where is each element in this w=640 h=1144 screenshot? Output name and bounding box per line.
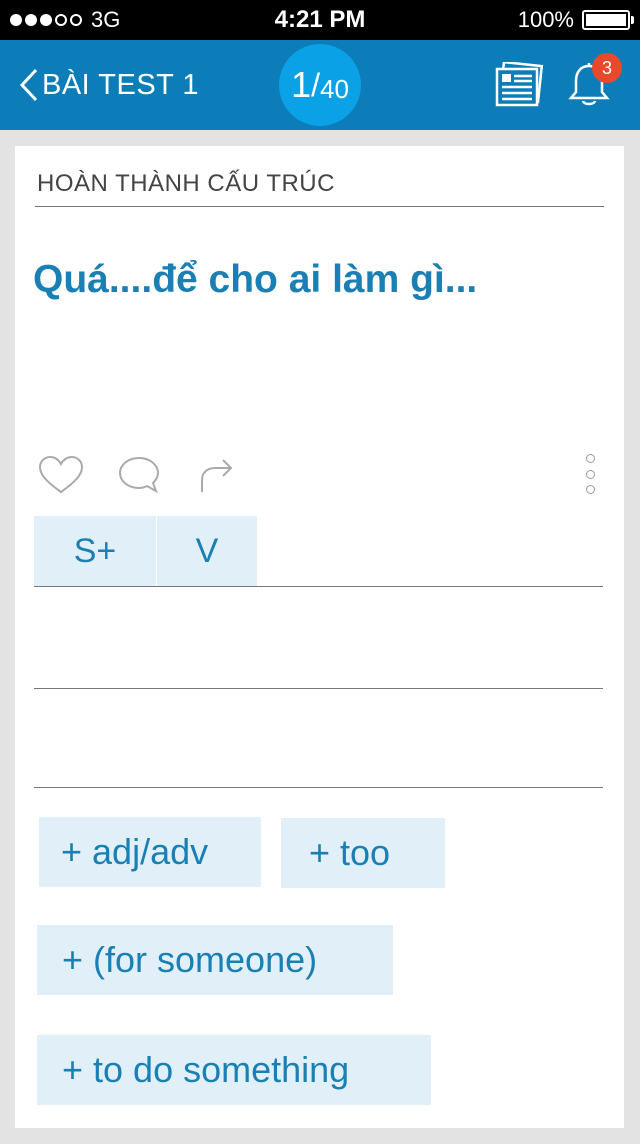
battery-percent: 100% bbox=[517, 7, 574, 32]
share-button[interactable] bbox=[197, 454, 237, 501]
comment-button[interactable] bbox=[116, 454, 162, 501]
notification-badge: 3 bbox=[592, 53, 622, 83]
option-chip[interactable]: + (for someone) bbox=[37, 925, 393, 995]
back-button[interactable]: BÀI TEST 1 bbox=[18, 40, 199, 130]
nav-bar: BÀI TEST 1 1 / 40 bbox=[0, 40, 640, 130]
chevron-left-icon bbox=[19, 68, 38, 102]
option-chip[interactable]: + adj/adv bbox=[39, 817, 261, 887]
page-title: BÀI TEST 1 bbox=[42, 68, 200, 101]
section-title: HOÀN THÀNH CẤU TRÚC bbox=[37, 170, 335, 197]
question-card: HOÀN THÀNH CẤU TRÚC Quá....để cho ai làm… bbox=[15, 146, 624, 1128]
comment-icon bbox=[118, 456, 160, 494]
question-text: Quá....để cho ai làm gì... bbox=[33, 258, 478, 301]
answer-slot-1[interactable]: S+ bbox=[34, 516, 156, 586]
current-question-number: 1 bbox=[291, 64, 312, 105]
heart-icon bbox=[38, 455, 84, 494]
answer-line bbox=[34, 586, 603, 587]
battery-icon bbox=[582, 10, 634, 30]
like-button[interactable] bbox=[37, 454, 85, 501]
question-counter: 1 / 40 bbox=[279, 44, 361, 126]
more-vertical-icon[interactable] bbox=[582, 454, 598, 494]
title-divider bbox=[35, 206, 604, 207]
share-icon bbox=[201, 459, 233, 492]
answer-line bbox=[34, 688, 603, 689]
option-chip[interactable]: + to do something bbox=[37, 1035, 431, 1105]
status-bar: 3G 4:21 PM 100% bbox=[0, 0, 640, 40]
counter-separator: / bbox=[311, 66, 320, 103]
flashcards-icon bbox=[495, 62, 544, 107]
answer-line bbox=[34, 787, 603, 788]
answer-slot-2[interactable]: V bbox=[157, 516, 257, 586]
flashcards-button[interactable] bbox=[494, 40, 544, 130]
total-questions: 40 bbox=[320, 73, 349, 104]
option-chip[interactable]: + too bbox=[281, 818, 445, 888]
